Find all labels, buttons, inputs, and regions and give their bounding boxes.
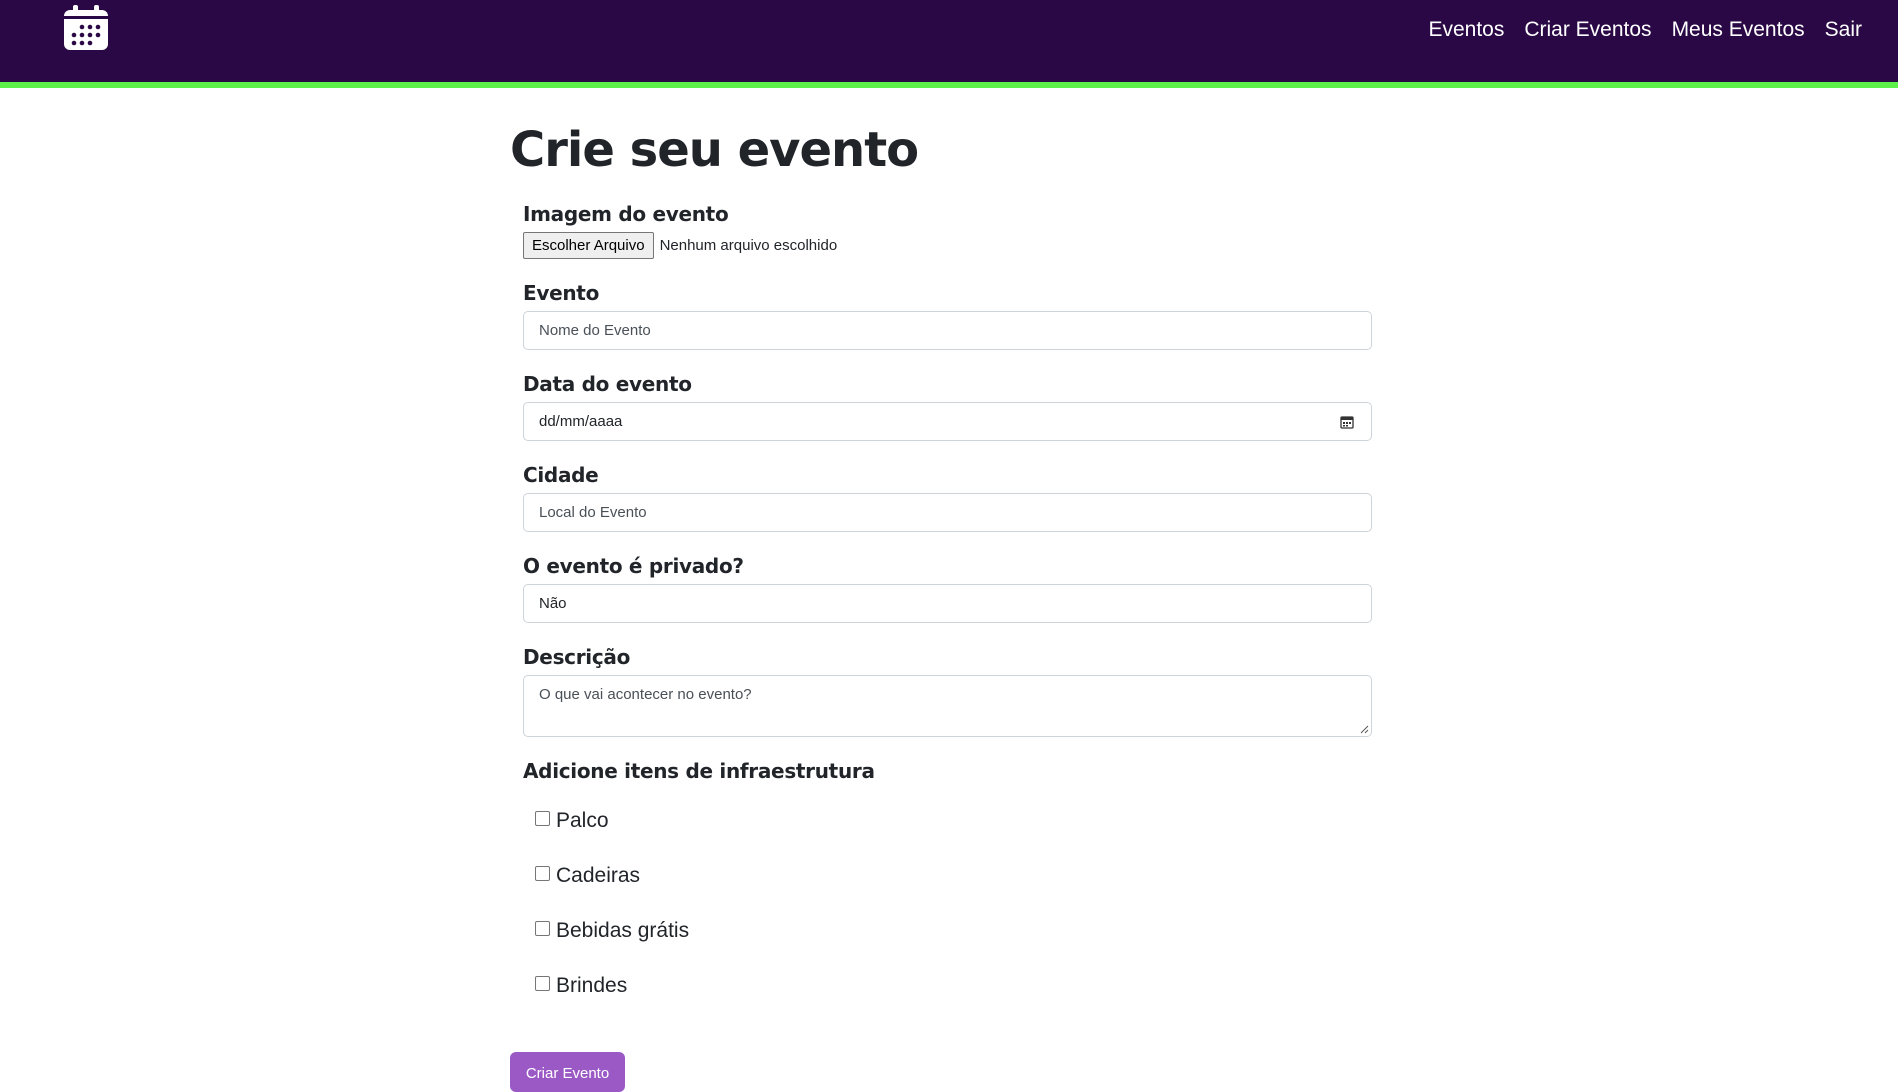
event-name-input[interactable]: Nome do Evento [523, 311, 1372, 350]
city-input[interactable]: Local do Evento [523, 493, 1372, 532]
image-label: Imagem do evento [523, 202, 729, 226]
infra-item-bebidas: Bebidas grátis [535, 903, 1372, 958]
description-label: Descrição [523, 645, 631, 669]
resize-handle-icon[interactable] [1359, 724, 1369, 734]
private-select[interactable]: Não [523, 584, 1372, 623]
palco-checkbox[interactable] [535, 811, 550, 826]
cadeiras-label: Cadeiras [556, 863, 641, 887]
nav-link-eventos[interactable]: Eventos [1428, 18, 1504, 42]
infra-item-cadeiras: Cadeiras [535, 848, 1372, 903]
infra-title: Adicione itens de infraestrutura [523, 759, 875, 783]
bebidas-label: Bebidas grátis [556, 918, 690, 942]
calendar-picker-icon[interactable] [1340, 415, 1354, 429]
infra-item-brindes: Brindes [535, 958, 1372, 1013]
page-title: Crie seu evento [510, 122, 919, 178]
bebidas-checkbox[interactable] [535, 921, 550, 936]
palco-label: Palco [556, 808, 609, 832]
image-group: Imagem do evento Escolher Arquivo Nenhum… [523, 202, 1372, 259]
description-placeholder: O que vai acontecer no evento? [539, 686, 752, 703]
nav-links: Eventos Criar Eventos Meus Eventos Sair [1428, 18, 1862, 42]
brindes-label: Brindes [556, 973, 628, 997]
date-group: Data do evento dd/mm/aaaa [523, 372, 1372, 441]
event-date-placeholder: dd/mm/aaaa [539, 413, 623, 430]
brindes-checkbox[interactable] [535, 976, 550, 991]
event-group: Evento Nome do Evento [523, 281, 1372, 350]
create-event-button[interactable]: Criar Evento [510, 1052, 625, 1092]
event-name-placeholder: Nome do Evento [539, 322, 651, 339]
nav-link-sair[interactable]: Sair [1825, 18, 1862, 42]
nav-link-meus-eventos[interactable]: Meus Eventos [1672, 18, 1805, 42]
file-input[interactable]: Escolher Arquivo Nenhum arquivo escolhid… [523, 232, 1372, 259]
private-label: O evento é privado? [523, 554, 744, 578]
choose-file-button[interactable]: Escolher Arquivo [523, 232, 654, 259]
infra-item-palco: Palco [535, 793, 1372, 848]
file-status: Nenhum arquivo escolhido [659, 237, 838, 254]
main-container: Crie seu evento Imagem do evento Escolhe… [510, 88, 1378, 1013]
infra-checklist: Palco Cadeiras Bebidas grátis Brindes [535, 793, 1372, 1013]
private-select-value: Não [539, 595, 567, 612]
city-group: Cidade Local do Evento [523, 463, 1372, 532]
date-label: Data do evento [523, 372, 692, 396]
event-label: Evento [523, 281, 600, 305]
calendar-icon[interactable] [62, 4, 110, 52]
cadeiras-checkbox[interactable] [535, 866, 550, 881]
private-group: O evento é privado? Não [523, 554, 1372, 623]
city-placeholder: Local do Evento [539, 504, 647, 521]
create-event-form: Imagem do evento Escolher Arquivo Nenhum… [523, 202, 1372, 1013]
event-date-input[interactable]: dd/mm/aaaa [523, 402, 1372, 441]
navbar: Eventos Criar Eventos Meus Eventos Sair [0, 0, 1898, 88]
nav-link-criar-eventos[interactable]: Criar Eventos [1524, 18, 1651, 42]
city-label: Cidade [523, 463, 599, 487]
description-group: Descrição O que vai acontecer no evento? [523, 645, 1372, 737]
description-textarea[interactable]: O que vai acontecer no evento? [523, 675, 1372, 737]
